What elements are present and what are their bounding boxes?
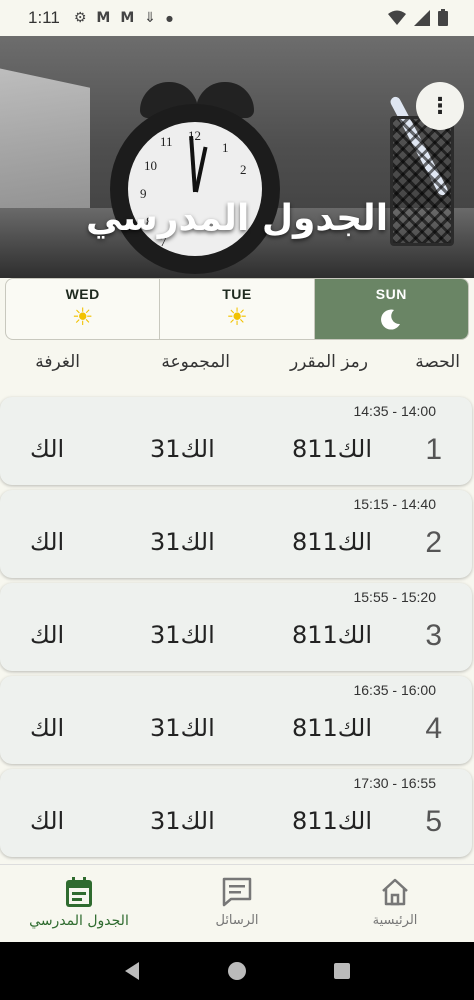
row-period: 1 [425,433,442,466]
row-period: 3 [425,619,442,652]
tab-wed-label: WED [65,286,100,302]
chat-icon [158,875,316,909]
nav-school-schedule-label: الجدول المدرسي [29,913,129,929]
row-group: 3الك1 [150,435,215,463]
row-group: 3الك1 [150,621,215,649]
table-row[interactable]: 15:15 - 14:40 2 الك811 3الك1 الك [0,490,472,578]
table-row[interactable]: 16:35 - 16:00 4 الك811 3الك1 الك [0,676,472,764]
home-circle-icon[interactable] [227,961,247,981]
row-time: 17:30 - 16:55 [353,775,436,791]
column-headers: الحصة رمز المقرر المجموعة الغرفة [0,352,474,382]
row-period: 2 [425,526,442,559]
row-time: 14:35 - 14:00 [353,403,436,419]
col-group: المجموعة [161,352,230,372]
more-options-button[interactable]: ⋮ [416,82,464,130]
row-time: 15:15 - 14:40 [353,496,436,512]
row-room: الك [30,621,65,649]
gmail-icon: M [120,10,135,26]
day-tabs: WED ☀ TUE ☀ SUN [5,278,469,340]
signal-icon [414,9,430,26]
row-group: 3الك1 [150,528,215,556]
download-icon: ⇓ [144,10,156,26]
dot-icon: ● [166,13,173,23]
row-course-code: الك811 [291,807,372,835]
tab-tue-label: TUE [222,286,252,302]
tab-sun-label: SUN [375,286,407,302]
page-title: الجدول المدرسي [85,198,389,239]
table-row[interactable]: 17:30 - 16:55 5 الك811 3الك1 الك [0,769,472,857]
sun-icon: ☀ [226,303,248,331]
col-course-code: رمز المقرر [289,352,368,372]
row-period: 5 [425,805,442,838]
table-row[interactable]: 14:35 - 14:00 1 الك811 3الك1 الك [0,397,472,485]
nav-home-label: الرئيسية [372,913,418,928]
sun-icon: ☀ [71,303,94,331]
row-room: الك [30,528,65,556]
tab-sun[interactable]: SUN [314,279,468,339]
nav-home[interactable]: الرئيسية [316,865,474,942]
row-room: الك [30,435,65,463]
row-course-code: الك811 [291,435,372,463]
table-row[interactable]: 15:55 - 15:20 3 الك811 3الك1 الك [0,583,472,671]
system-navigation [0,942,474,1000]
status-bar: 1:11 ⚙ M M ⇓ ● [0,0,474,36]
back-icon[interactable] [123,961,141,981]
nav-school-schedule[interactable]: الجدول المدرسي [0,865,158,942]
row-course-code: الك811 [291,621,372,649]
moon-icon [315,304,468,336]
header-banner: 12 11 10 9 8 7 1 2 الجدول المدرسي ⋮ [0,36,474,278]
home-icon [316,875,474,909]
bottom-navigation: الجدول المدرسي الرسائل الرئيسية [0,864,474,942]
row-group: 3الك1 [150,714,215,742]
gear-icon: ⚙ [73,10,87,26]
recents-icon[interactable] [333,962,351,980]
row-room: الك [30,807,65,835]
row-group: 3الك1 [150,807,215,835]
col-room: الغرفة [35,352,80,372]
gmail-icon: M [96,10,111,26]
battery-icon [438,9,448,26]
calendar-icon [0,875,158,909]
row-room: الك [30,714,65,742]
col-period: الحصة [415,352,460,372]
status-time: 1:11 [28,8,60,27]
row-time: 16:35 - 16:00 [353,682,436,698]
nav-messages[interactable]: الرسائل [158,865,316,942]
row-period: 4 [425,712,442,745]
tab-tue[interactable]: TUE ☀ [160,279,315,339]
row-course-code: الك811 [291,528,372,556]
row-time: 15:55 - 15:20 [353,589,436,605]
row-course-code: الك811 [291,714,372,742]
wifi-icon [388,10,406,25]
nav-messages-label: الرسائل [215,913,259,928]
tab-wed[interactable]: WED ☀ [6,279,161,339]
more-vertical-icon: ⋮ [429,93,451,119]
